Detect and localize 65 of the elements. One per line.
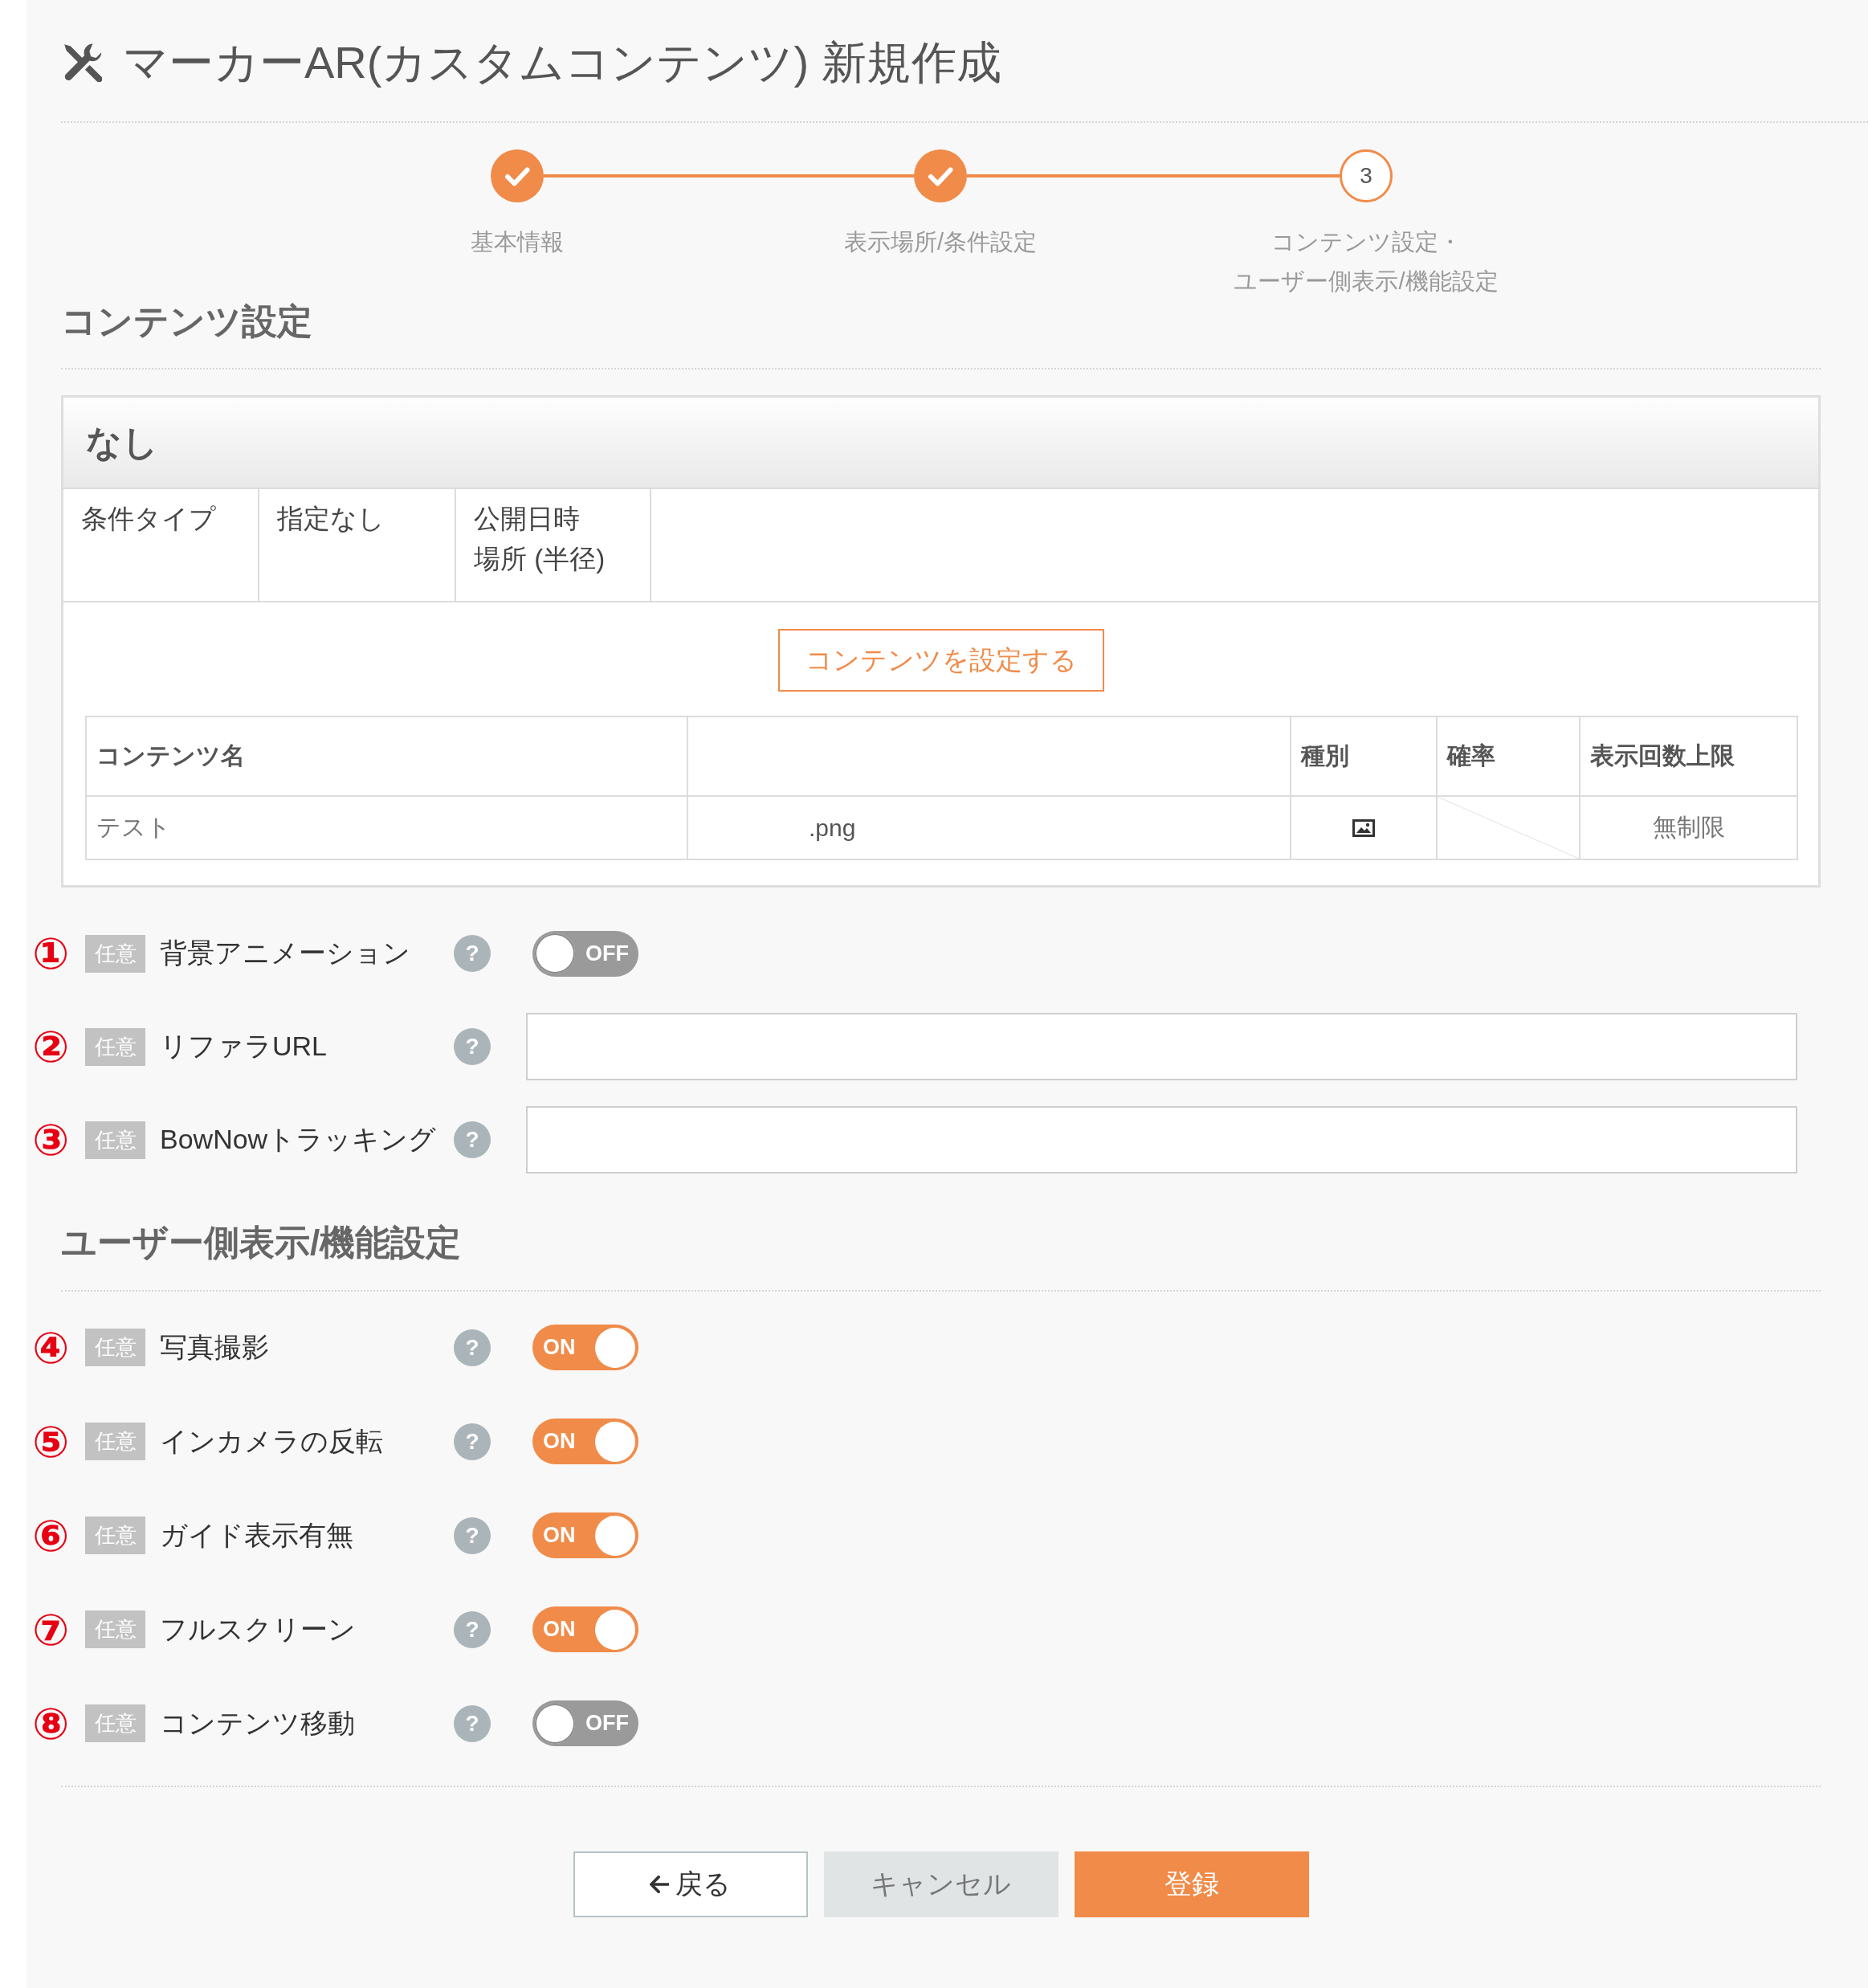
setting-label: リファラURL — [160, 1030, 328, 1063]
step-label: 表示場所/条件設定 — [843, 228, 1038, 256]
column-header: 種別 — [1291, 717, 1438, 797]
help-button[interactable]: ? — [454, 1329, 491, 1366]
optional-badge: 任意 — [85, 1121, 145, 1159]
column-header: 表示回数上限 — [1580, 717, 1798, 797]
optional-badge: 任意 — [85, 1610, 145, 1648]
step-number: 3 — [1340, 149, 1393, 202]
image-icon — [1352, 818, 1375, 837]
help-button[interactable]: ? — [454, 1121, 491, 1158]
input-field[interactable] — [526, 1013, 1797, 1080]
column-header: 確率 — [1438, 717, 1580, 797]
panel-title: なし — [86, 421, 158, 463]
help-button[interactable]: ? — [454, 1028, 491, 1065]
table-cell: .png — [688, 797, 1291, 860]
condition-cell: 指定なし — [259, 489, 456, 601]
arrow-left-icon — [650, 1876, 669, 1893]
set-content-button[interactable]: コンテンツを設定する — [777, 629, 1104, 692]
annotation-number: ② — [31, 1025, 70, 1068]
condition-cell: 公開日時 場所 (半径) — [456, 489, 651, 601]
help-button[interactable]: ? — [454, 1704, 491, 1742]
setting-label: インカメラの反転 — [160, 1424, 383, 1458]
toggle-switch[interactable]: OFF — [532, 1700, 638, 1746]
back-button[interactable]: 戻る — [573, 1851, 808, 1917]
annotation-number: ① — [31, 932, 70, 975]
step-label: コンテンツ設定・ ユーザー側表示/機能設定 — [1234, 228, 1499, 296]
section-heading: ユーザー側表示/機能設定 — [61, 1223, 462, 1263]
input-field[interactable] — [526, 1106, 1797, 1174]
table-cell: 無制限 — [1580, 797, 1798, 860]
help-button[interactable]: ? — [454, 1517, 491, 1554]
table-cell: テスト — [87, 797, 688, 860]
help-button[interactable]: ? — [454, 935, 491, 972]
toggle-switch[interactable]: OFF — [532, 930, 638, 977]
cancel-button[interactable]: キャンセル — [823, 1851, 1058, 1917]
optional-badge: 任意 — [85, 1027, 145, 1066]
optional-badge: 任意 — [85, 1423, 145, 1460]
annotation-number: ⑦ — [31, 1607, 70, 1651]
help-button[interactable]: ? — [454, 1610, 491, 1648]
optional-badge: 任意 — [85, 1329, 145, 1366]
annotation-number: ④ — [31, 1325, 70, 1370]
setting-label: BowNowトラッキング — [160, 1123, 437, 1156]
step-label: 基本情報 — [471, 228, 564, 256]
optional-badge: 任意 — [85, 934, 145, 973]
column-header: コンテンツ名 — [87, 717, 688, 797]
toggle-switch[interactable]: ON — [532, 1606, 638, 1652]
optional-badge: 任意 — [85, 1517, 145, 1554]
optional-badge: 任意 — [85, 1704, 145, 1742]
help-button[interactable]: ? — [454, 1423, 491, 1460]
toggle-switch[interactable]: ON — [532, 1419, 638, 1464]
tools-icon — [63, 43, 102, 82]
condition-cell: 条件タイプ — [63, 489, 259, 601]
setting-label: 背景アニメーション — [160, 937, 410, 970]
setting-label: フルスクリーン — [160, 1612, 356, 1646]
annotation-number: ⑥ — [31, 1513, 70, 1557]
setting-label: ガイド表示有無 — [160, 1518, 353, 1552]
setting-label: 写真撮影 — [160, 1330, 269, 1364]
page-title: マーカーAR(カスタムコンテンツ) 新規作成 — [123, 35, 1001, 89]
section-heading: コンテンツ設定 — [61, 301, 312, 341]
setting-label: コンテンツ移動 — [160, 1706, 355, 1740]
register-button[interactable]: 登録 — [1074, 1851, 1309, 1917]
annotation-number: ⑤ — [31, 1419, 70, 1463]
annotation-number: ③ — [31, 1118, 70, 1161]
annotation-number: ⑧ — [31, 1701, 70, 1745]
toggle-switch[interactable]: ON — [532, 1325, 638, 1370]
toggle-switch[interactable]: ON — [532, 1512, 638, 1558]
